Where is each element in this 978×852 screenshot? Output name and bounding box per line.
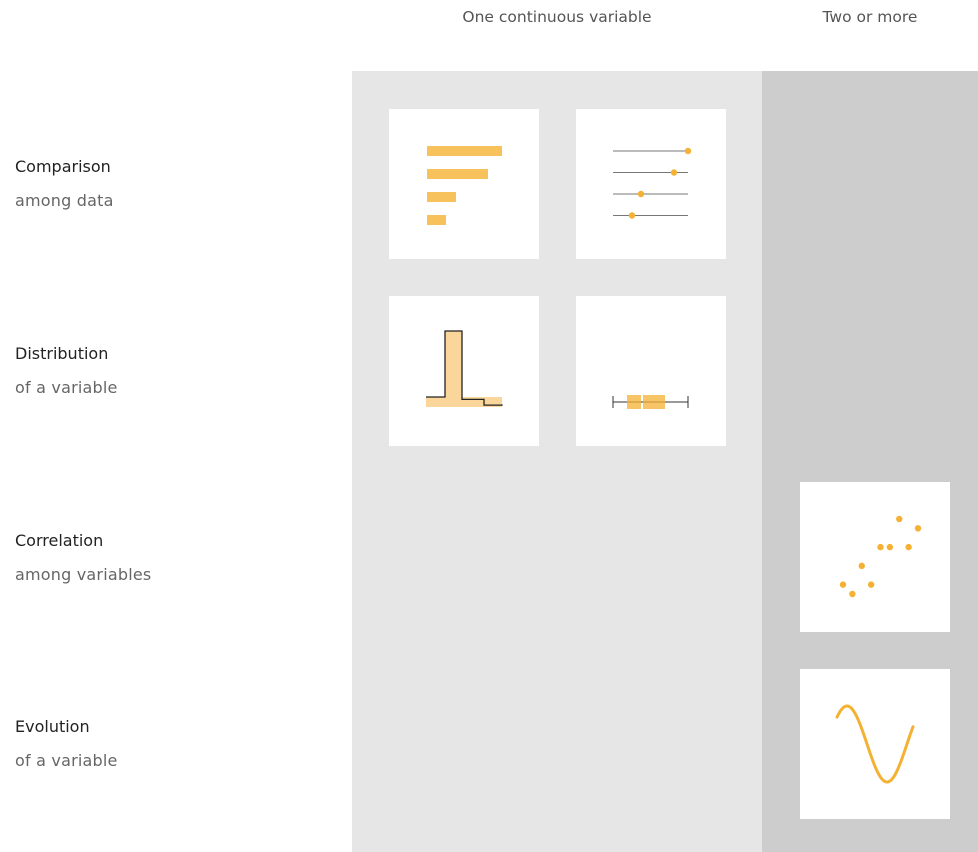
scatter-point	[877, 543, 884, 551]
scatter-point	[896, 515, 903, 523]
row-title-evolution: Evolution	[15, 717, 90, 736]
row-title-comparison: Comparison	[15, 157, 111, 176]
bar	[427, 192, 456, 202]
scatter-point	[849, 590, 856, 598]
row-label-distribution: Distribution of a variable	[15, 337, 118, 405]
sine-line-chart-icon	[835, 704, 915, 784]
thumbnail-scatter[interactable]	[800, 482, 950, 632]
row-subtitle-comparison: among data	[15, 191, 114, 210]
row-label-evolution: Evolution of a variable	[15, 710, 118, 778]
scatter-point	[914, 525, 922, 532]
boxplot-icon	[612, 395, 689, 409]
row-label-correlation: Correlation among variables	[15, 524, 151, 592]
lollipop-dot	[684, 147, 692, 155]
histogram-icon	[426, 330, 503, 407]
thumbnail-line[interactable]	[800, 669, 950, 819]
row-subtitle-correlation: among variables	[15, 565, 152, 584]
bar	[427, 146, 502, 156]
bar	[427, 215, 446, 225]
lollipop-chart-icon	[613, 147, 692, 219]
row-title-correlation: Correlation	[15, 531, 104, 550]
scatter-point	[886, 543, 894, 551]
scatter-plot-icon	[839, 515, 922, 598]
lollipop-dot	[670, 169, 678, 176]
bar	[427, 169, 488, 179]
histogram-outline	[426, 330, 503, 406]
scatter-point	[905, 543, 912, 551]
scatter-point	[858, 562, 865, 570]
thumbnail-lollipop[interactable]	[576, 109, 726, 259]
row-title-distribution: Distribution	[15, 344, 109, 363]
thumbnail-histogram[interactable]	[389, 296, 539, 446]
histogram-fill	[445, 331, 502, 407]
boxplot-box-upper	[643, 395, 665, 409]
horizontal-barplot-icon	[427, 146, 502, 225]
sine-line	[835, 704, 915, 784]
boxplot-box-lower	[627, 395, 641, 409]
row-subtitle-distribution: of a variable	[15, 378, 118, 397]
scatter-point	[839, 581, 847, 588]
scatter-point	[867, 581, 875, 588]
thumbnail-boxplot[interactable]	[576, 296, 726, 446]
column-header-one-continuous: One continuous variable	[462, 8, 652, 26]
row-label-comparison: Comparison among data	[15, 150, 114, 218]
column-header-two-or-more: Two or more	[822, 8, 918, 26]
lollipop-dot	[637, 190, 645, 198]
lollipop-dot	[628, 212, 636, 219]
thumbnail-barplot[interactable]	[389, 109, 539, 259]
row-subtitle-evolution: of a variable	[15, 751, 118, 770]
